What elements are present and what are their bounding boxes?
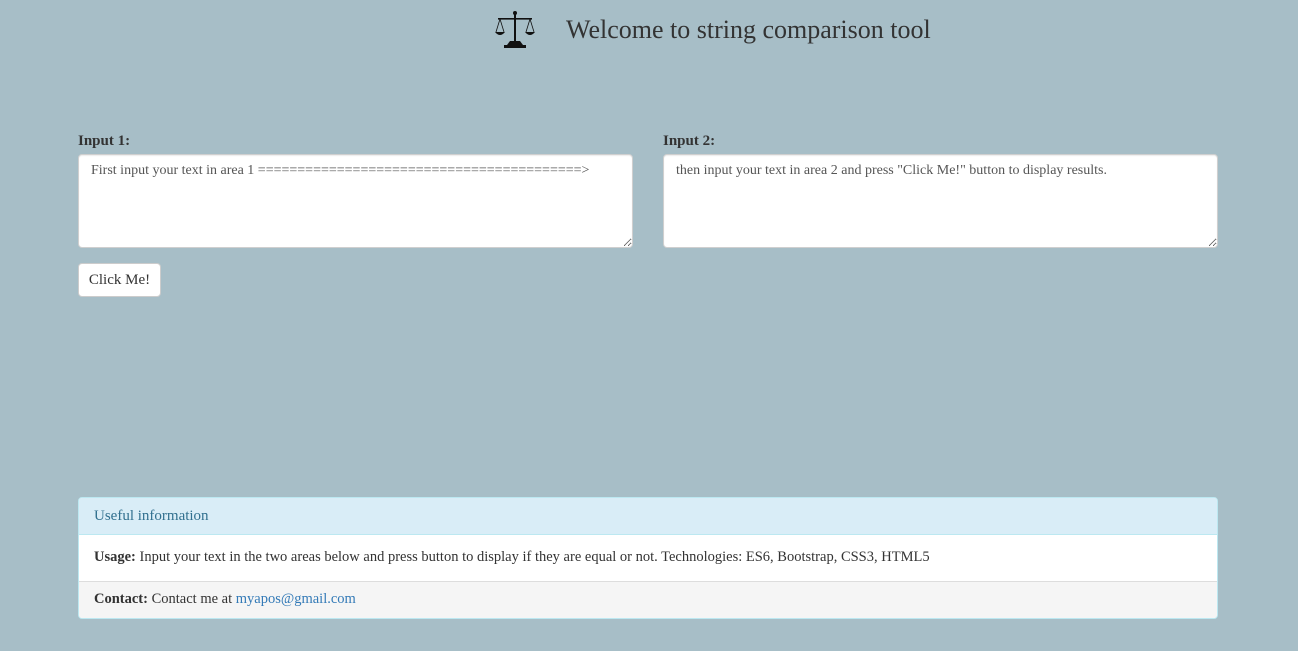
input-2-group: Input 2: then input your text in area 2 … <box>663 131 1218 253</box>
panel-heading: Useful information <box>79 498 1217 535</box>
contact-label: Contact: <box>94 591 148 607</box>
usage-row: Usage: Input your text in the two areas … <box>79 535 1217 582</box>
input-1-group: Input 1: First input your text in area 1… <box>78 131 633 253</box>
usage-label: Usage: <box>94 549 136 565</box>
contact-row: Contact: Contact me at myapos@gmail.com <box>79 582 1217 618</box>
input-1-label: Input 1: <box>78 133 131 149</box>
page-header: Welcome to string comparison tool <box>0 0 1298 60</box>
useful-information-panel: Useful information Usage: Input your tex… <box>78 497 1218 619</box>
usage-text: Input your text in the two areas below a… <box>139 549 930 565</box>
input-1-textarea[interactable]: First input your text in area 1 ========… <box>78 154 633 248</box>
page-title: Welcome to string comparison tool <box>566 15 931 44</box>
contact-text: Contact me at <box>151 591 233 607</box>
input-2-label: Input 2: <box>663 133 716 149</box>
click-me-button[interactable]: Click Me! <box>78 263 161 297</box>
input-2-textarea[interactable]: then input your text in area 2 and press… <box>663 154 1218 248</box>
contact-email-link[interactable]: myapos@gmail.com <box>236 591 356 607</box>
scales-of-justice-icon <box>495 11 535 48</box>
